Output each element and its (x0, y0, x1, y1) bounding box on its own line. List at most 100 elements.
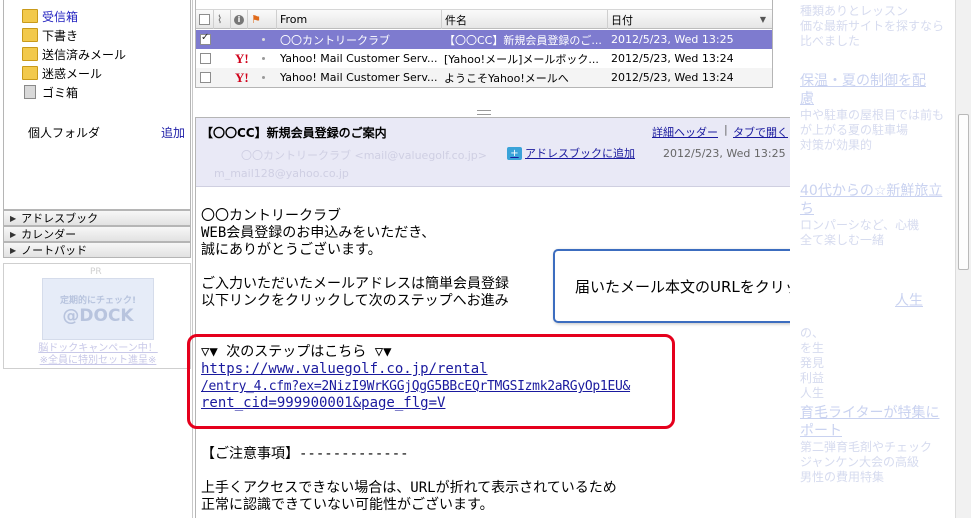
right-ad-heading[interactable]: 保温・夏の制御を配 (800, 72, 950, 90)
attachment-column[interactable]: ⌇ (214, 10, 231, 29)
inbox-folder-icon (22, 9, 38, 23)
mail-row[interactable]: 〇〇カントリークラブ 【〇〇CC】新規会員登録のご... 2012/5/23, … (196, 30, 772, 49)
flag-column[interactable]: ⚑ (248, 10, 277, 29)
folder-inbox[interactable]: 受信箱 (22, 7, 78, 25)
flag-icon: ⚑ (251, 13, 261, 26)
right-ad-heading[interactable]: 40代からの☆新鮮旅立 (800, 182, 950, 200)
right-ad-heading[interactable]: ち (800, 200, 950, 218)
yahoo-icon: Y! (235, 50, 249, 66)
read-dot-icon (262, 57, 265, 60)
mail-from: Yahoo! Mail Customer Serv... (280, 52, 438, 65)
right-ad-heading[interactable]: 慮 (800, 90, 950, 108)
ad-pr-label: PR (90, 267, 102, 277)
add-to-addressbook-link[interactable]: + アドレスブックに追加 (507, 145, 635, 161)
url-highlight-box (187, 334, 675, 429)
section-addressbook[interactable]: ▶ アドレスブック (3, 210, 191, 226)
detail-header-link[interactable]: 詳細ヘッダー (652, 124, 718, 140)
folder-sent[interactable]: 送信済みメール (22, 45, 126, 63)
column-from[interactable]: From (277, 10, 442, 29)
pane-splitter[interactable] (195, 107, 773, 117)
expand-arrow-icon: ▶ (10, 213, 17, 223)
right-ad-heading[interactable]: ポート (800, 422, 950, 440)
section-label: カレンダー (21, 228, 77, 241)
row-checkbox[interactable] (200, 53, 211, 64)
right-ad-heading[interactable]: 育毛ライターが特集に (800, 404, 950, 422)
right-ad-text: 全て楽しむ一緒 (800, 233, 885, 247)
message-to: m_mail128@yahoo.co.jp (214, 167, 349, 180)
body-line: 以下リンクをクリックして次のステップへお進み (201, 293, 509, 309)
left-pane: 受信箱 下書き 送信済みメール 迷惑メール ゴミ箱 個人フォルダ 追加 ▶ アド… (0, 0, 193, 518)
mail-from: Yahoo! Mail Customer Serv... (280, 71, 438, 84)
folder-label: 迷惑メール (42, 66, 103, 81)
ad-banner-line1: 定期的にチェック! (59, 295, 137, 306)
sort-desc-icon[interactable]: ▼ (760, 15, 766, 24)
info-icon: i (234, 14, 244, 25)
scrollbar-thumb[interactable] (958, 114, 969, 270)
right-ad-text: 男性の費用特集 (800, 470, 885, 484)
ad-banner-line2: @DOCK (62, 305, 134, 326)
ad-panel: PR 定期的にチェック! @DOCK 脳ドックキャンペーン中！ ※全員に特別セッ… (3, 263, 191, 369)
paperclip-icon: ⌇ (217, 13, 223, 26)
right-ad-text: 第二弾育毛剤やチェック (800, 440, 933, 454)
right-ad-text: 中や駐車の屋根目では前も (800, 108, 945, 122)
folder-label: ゴミ箱 (42, 85, 79, 100)
right-ad-text: 対策が効果的 (800, 138, 873, 152)
read-dot-icon (262, 76, 265, 79)
right-ad-text: ロンパーシなど、心機 (800, 218, 920, 232)
select-all-checkbox-cell[interactable] (196, 10, 214, 29)
right-ad-text: の、 (800, 326, 825, 340)
section-calendar[interactable]: ▶ カレンダー (3, 226, 191, 242)
column-subject-label: 件名 (445, 13, 467, 27)
ad-banner[interactable]: 定期的にチェック! @DOCK (42, 278, 154, 340)
expand-arrow-icon: ▶ (10, 229, 17, 239)
add-to-addressbook-label: アドレスブックに追加 (525, 147, 635, 160)
section-label: ノートパッド (21, 244, 88, 257)
unread-dot-icon (262, 38, 265, 41)
folder-drafts[interactable]: 下書き (22, 26, 78, 44)
open-in-tab-link[interactable]: タブで開く (733, 124, 788, 140)
column-date[interactable]: 日付 ▼ (608, 10, 772, 29)
folder-trash[interactable]: ゴミ箱 (22, 83, 78, 101)
body-line: WEB会員登録のお申込みをいただき、 (201, 225, 436, 241)
mail-row[interactable]: Y! Yahoo! Mail Customer Serv... ようこそYaho… (196, 68, 772, 87)
vertical-scrollbar[interactable] (955, 0, 971, 518)
right-ad-text: が上がる夏の駐車場 (800, 123, 909, 137)
spam-folder-icon (22, 66, 38, 80)
expand-arrow-icon: ▶ (10, 245, 17, 255)
column-date-label: 日付 (611, 13, 633, 27)
row-checkbox[interactable] (200, 72, 211, 83)
mail-subject: 【〇〇CC】新規会員登録のご... (444, 33, 602, 47)
sent-folder-icon (22, 47, 38, 61)
right-ad-heading[interactable]: 人生 (895, 292, 955, 310)
mail-date: 2012/5/23, Wed 13:24 (611, 71, 734, 84)
link-separator: | (724, 123, 728, 136)
column-subject[interactable]: 件名 (442, 10, 608, 29)
section-notepad[interactable]: ▶ ノートパッド (3, 242, 191, 258)
body-line: 【ご注意事項】------------- (201, 446, 409, 462)
mail-list-header: ⌇ i ⚑ From 件名 日付 ▼ (196, 9, 772, 29)
right-ad-text: 利益 (800, 371, 825, 385)
info-column[interactable]: i (231, 10, 248, 29)
trash-icon (24, 85, 36, 99)
body-line: 正常に認識できていない可能性がございます。 (201, 497, 494, 513)
row-checkbox[interactable] (200, 32, 211, 45)
mail-subject: [Yahoo!メール]メールボック... (444, 52, 599, 66)
message-subject: 【〇〇CC】新規会員登録のご案内 (201, 126, 387, 140)
add-folder-link[interactable]: 追加 (161, 124, 185, 141)
ad-link-line1: 脳ドックキャンペーン中！ (38, 343, 158, 354)
select-all-checkbox[interactable] (199, 14, 210, 25)
folder-spam[interactable]: 迷惑メール (22, 64, 102, 82)
folder-label: 送信済みメール (42, 47, 127, 62)
right-ad-text: 種類ありとレッスン (800, 4, 909, 18)
ad-link[interactable]: 脳ドックキャンペーン中！ ※全員に特別セット進呈※ (4, 343, 192, 367)
section-label: アドレスブック (21, 212, 99, 225)
message-from: 〇〇カントリークラブ <mail@valuegolf.co.jp> (241, 149, 488, 162)
body-line: 〇〇カントリークラブ (201, 208, 341, 224)
right-ad-pane: 種類ありとレッスン 価な最新サイトを探すなら 比べました 保温・夏の制御を配 慮… (790, 0, 955, 518)
mail-from: 〇〇カントリークラブ (280, 33, 390, 47)
mail-row[interactable]: Y! Yahoo! Mail Customer Serv... [Yahoo!メ… (196, 49, 772, 68)
mail-date: 2012/5/23, Wed 13:24 (611, 52, 734, 65)
right-ad-text: 価な最新サイトを探すなら (800, 19, 945, 33)
folder-label: 受信箱 (42, 9, 79, 24)
right-ad-text: 人生 (800, 386, 825, 400)
